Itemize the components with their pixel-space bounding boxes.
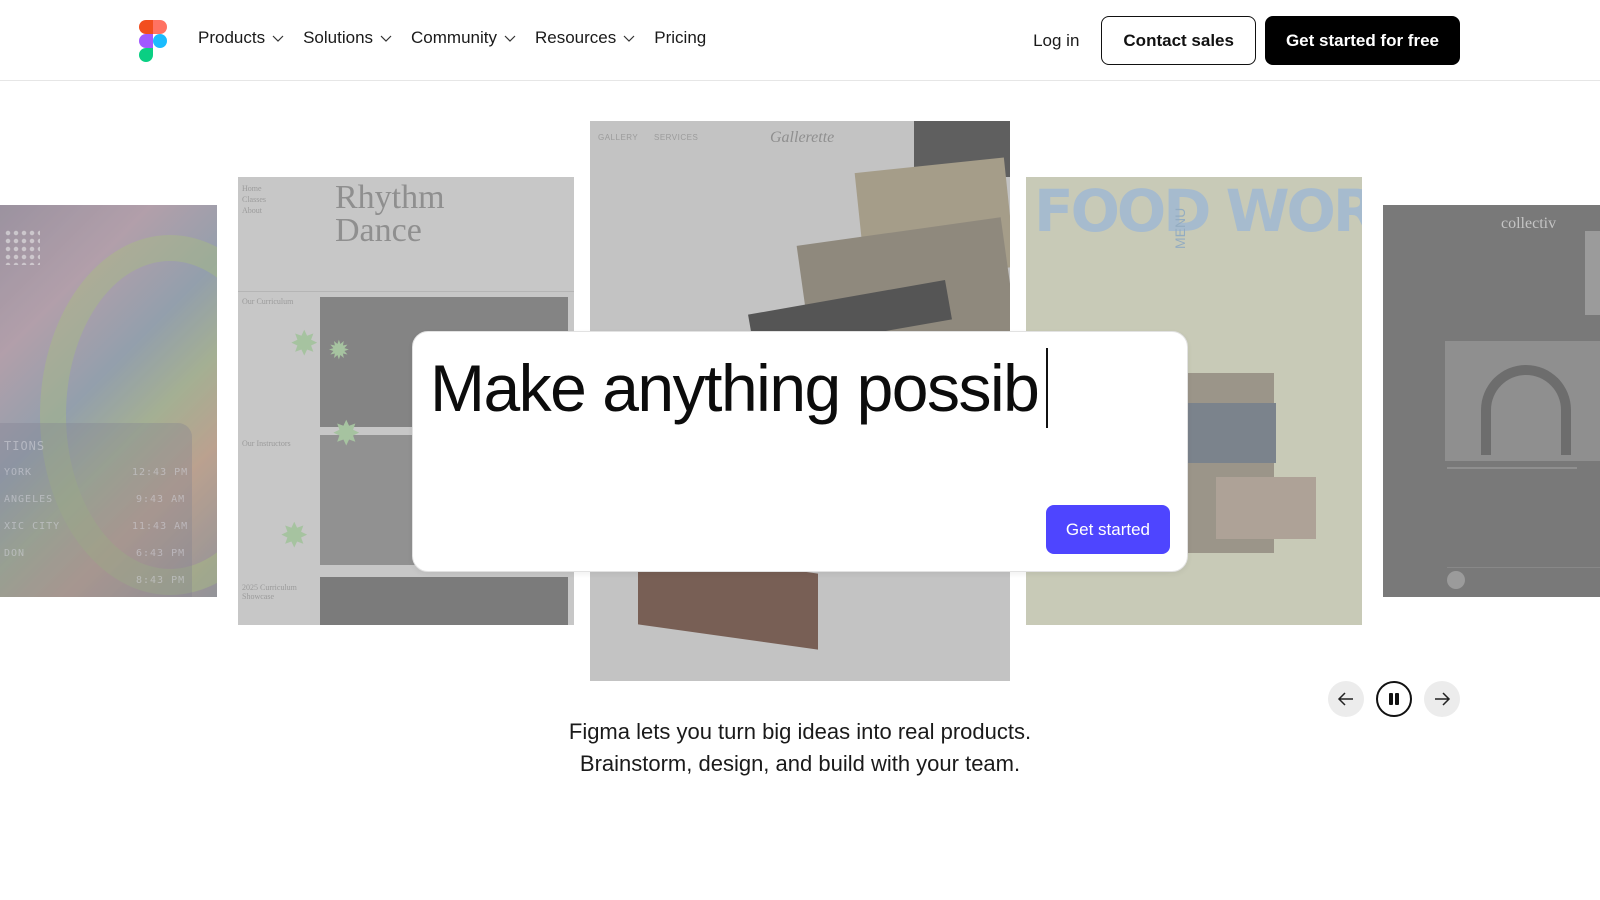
login-link[interactable]: Log in — [1033, 31, 1079, 51]
nav-label: Products — [198, 28, 266, 47]
prompt-input[interactable]: Make anything possib — [430, 348, 1049, 428]
chevron-down-icon — [272, 35, 284, 42]
nav-products[interactable]: Products — [198, 28, 285, 48]
nav-solutions[interactable]: Solutions — [303, 28, 393, 48]
tagline-line: Brainstorm, design, and build with your … — [579, 751, 1021, 776]
pause-icon — [1389, 693, 1399, 705]
hero-tagline: Figma lets you turn big ideas into real … — [0, 716, 1600, 780]
nav-community[interactable]: Community — [411, 28, 517, 48]
nav-label: Community — [411, 28, 497, 47]
nav-resources[interactable]: Resources — [535, 28, 636, 48]
get-started-free-button[interactable]: Get started for free — [1264, 16, 1460, 65]
chevron-down-icon — [623, 35, 635, 42]
card-overlay — [0, 205, 217, 597]
carousel-pause-button[interactable] — [1376, 681, 1412, 717]
figma-logo-icon[interactable] — [138, 20, 168, 62]
carousel-card-collectiv[interactable]: collectiv — [1383, 205, 1600, 597]
arrow-left-icon — [1337, 692, 1353, 706]
nav-label: Resources — [535, 28, 617, 47]
contact-sales-button[interactable]: Contact sales — [1101, 16, 1256, 65]
chevron-down-icon — [380, 35, 392, 42]
get-started-button[interactable]: Get started — [1045, 505, 1170, 554]
carousel-prev-button[interactable] — [1328, 681, 1364, 717]
tagline-line: Figma lets you turn big ideas into real … — [568, 719, 1032, 744]
card-overlay — [1383, 205, 1600, 597]
nav-pricing[interactable]: Pricing — [654, 28, 706, 48]
prompt-box[interactable]: Make anything possib Get started — [412, 331, 1188, 572]
carousel-card-music[interactable]: TIONS YORK ANGELES XIC CITY DON 12:43 PM… — [0, 205, 217, 597]
text-caret — [1046, 348, 1049, 428]
main-nav: Products Solutions Community Resources P… — [198, 28, 724, 48]
prompt-text: Make anything possib — [430, 351, 1040, 425]
nav-label: Pricing — [654, 28, 707, 47]
chevron-down-icon — [504, 35, 516, 42]
arrow-right-icon — [1435, 692, 1451, 706]
header-actions: Log in Contact sales Get started for fre… — [1033, 16, 1460, 65]
carousel-next-button[interactable] — [1424, 681, 1460, 717]
nav-label: Solutions — [303, 28, 374, 47]
site-header: Products Solutions Community Resources P… — [0, 0, 1600, 81]
